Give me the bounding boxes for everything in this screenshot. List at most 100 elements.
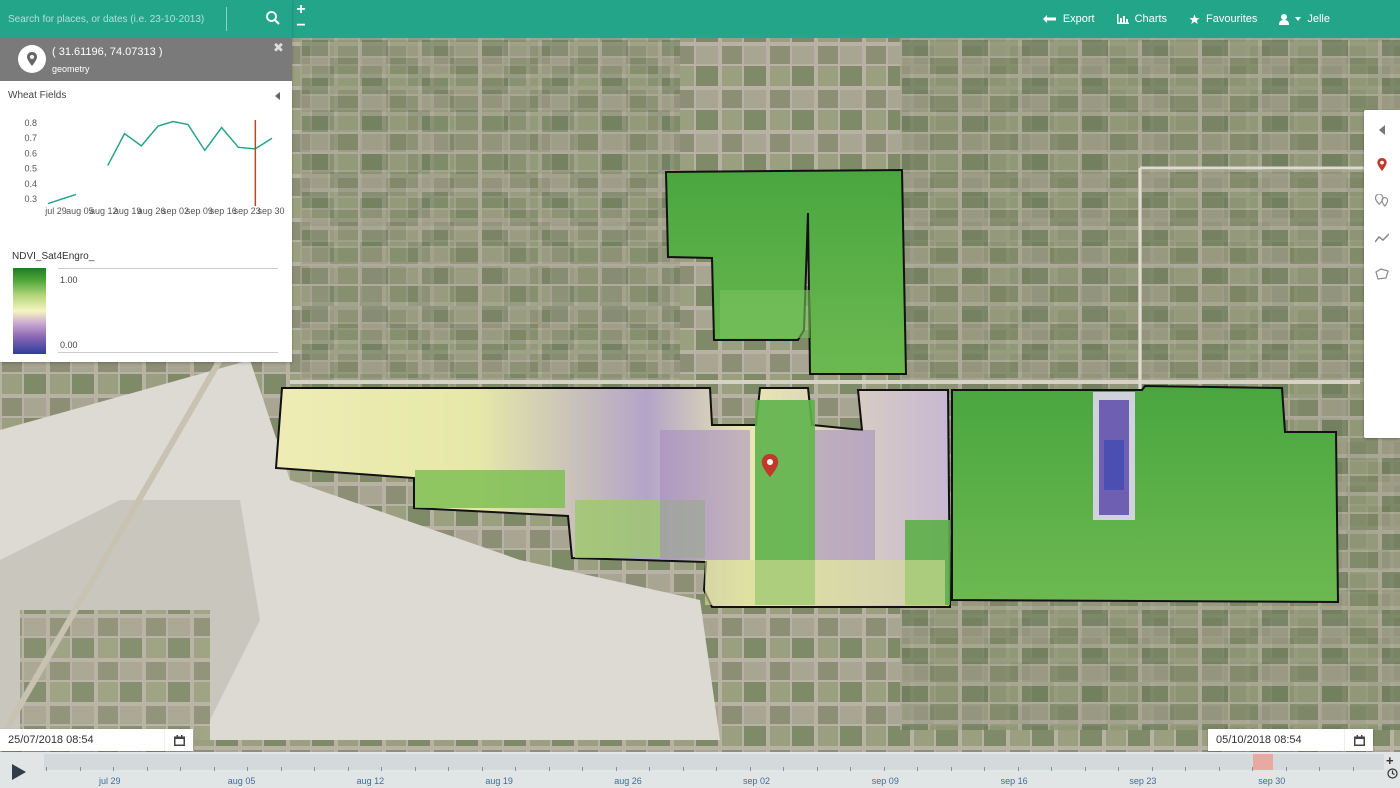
x-tick-label: sep 30 xyxy=(258,206,285,216)
timeline-tick xyxy=(749,767,751,771)
legend-min-value: 0.00 xyxy=(60,340,78,350)
polygon-draw-icon[interactable] xyxy=(1374,266,1390,282)
location-header: ( 31.61196, 74.07313 ) geometry ✖ xyxy=(0,38,292,81)
timeline-tick xyxy=(1118,767,1119,771)
timeline-label: sep 23 xyxy=(1129,776,1157,786)
close-icon[interactable]: ✖ xyxy=(273,40,284,56)
calendar-icon[interactable] xyxy=(164,729,193,751)
timeline-tick xyxy=(950,767,952,771)
timeline-label: aug 26 xyxy=(614,776,642,786)
timeline-tick xyxy=(883,767,885,771)
timeline-tick xyxy=(716,767,717,771)
legend-color-ramp xyxy=(13,268,46,354)
favourites-button[interactable]: Favourites xyxy=(1189,13,1257,25)
timeline-selection[interactable] xyxy=(1253,754,1273,770)
timeline-tick xyxy=(381,767,382,771)
timeline-tick xyxy=(515,767,516,771)
timeline-tick xyxy=(1285,767,1287,771)
timeline-label: sep 09 xyxy=(871,776,899,786)
star-icon xyxy=(1189,13,1200,24)
timeline-track[interactable] xyxy=(44,754,1384,770)
clock-icon[interactable] xyxy=(1387,768,1398,779)
play-icon[interactable] xyxy=(12,764,26,780)
charts-button[interactable]: Charts xyxy=(1116,13,1168,25)
location-coordinates: ( 31.61196, 74.07313 ) xyxy=(52,46,163,58)
timeline-tick xyxy=(314,767,315,771)
timeline-label: sep 16 xyxy=(1000,776,1028,786)
y-tick-label: 0.3 xyxy=(24,194,37,204)
timeline-tick xyxy=(1252,767,1253,771)
start-date-field[interactable]: 25/07/2018 08:54 xyxy=(0,729,193,751)
timeline-tick xyxy=(113,767,114,771)
timeline-tick xyxy=(1084,767,1086,771)
caret-down-icon xyxy=(1295,17,1302,21)
timeline-tick xyxy=(1051,767,1052,771)
timeline-tick xyxy=(1352,767,1354,771)
ndvi-series-line xyxy=(47,193,77,205)
timeline-tick xyxy=(1185,767,1186,771)
timeline-tick xyxy=(146,767,148,771)
x-tick-label: jul 29 xyxy=(44,206,67,216)
legend-title: NDVI_Sat4Engro_ xyxy=(12,251,95,262)
timeline-tick xyxy=(280,767,282,771)
timeline-tick xyxy=(649,767,650,771)
timeline-tick xyxy=(347,767,349,771)
collapse-arrow-icon[interactable] xyxy=(275,92,280,100)
export-label: Export xyxy=(1062,13,1095,25)
search-divider xyxy=(226,7,227,31)
timeline-tick xyxy=(1017,767,1019,771)
timeline-zoom-in-icon[interactable]: + xyxy=(1386,753,1394,768)
timeline-label: aug 19 xyxy=(485,776,513,786)
legend-divider-bottom xyxy=(58,352,278,353)
zoom-in-button[interactable]: + xyxy=(294,2,308,18)
export-icon xyxy=(1042,15,1056,23)
info-panel: ( 31.61196, 74.07313 ) geometry ✖ Wheat … xyxy=(0,0,292,362)
right-toolbar xyxy=(1364,110,1400,438)
timeline-tick xyxy=(783,767,784,771)
timeline-tick xyxy=(46,767,47,771)
search-input[interactable] xyxy=(6,6,222,32)
collapse-toolbar-icon[interactable] xyxy=(1374,122,1390,138)
timeline-label: aug 12 xyxy=(356,776,385,786)
y-tick-label: 0.5 xyxy=(24,164,37,174)
timeline-tick xyxy=(213,767,215,771)
timeline-tick xyxy=(816,767,818,771)
timeline-tick xyxy=(984,767,985,771)
end-date-value: 05/10/2018 08:54 xyxy=(1216,734,1302,746)
end-date-field[interactable]: 05/10/2018 08:54 xyxy=(1208,729,1373,751)
timeline-tick xyxy=(1218,767,1220,771)
timeline-tick xyxy=(548,767,550,771)
timeline-tick xyxy=(615,767,617,771)
zoom-out-button[interactable]: − xyxy=(294,18,308,34)
search-icon[interactable] xyxy=(266,11,280,25)
timeline-label: sep 02 xyxy=(743,776,771,786)
timeline-tick xyxy=(414,767,416,771)
timeline-label: sep 30 xyxy=(1258,776,1286,786)
favourites-label: Favourites xyxy=(1206,13,1258,25)
timeline-tick xyxy=(481,767,483,771)
timeline-tick xyxy=(582,767,583,771)
single-pin-icon[interactable] xyxy=(1374,156,1390,172)
y-tick-label: 0.4 xyxy=(24,179,37,189)
timeline-tick xyxy=(850,767,851,771)
bar-chart-icon xyxy=(1116,14,1129,24)
timeline[interactable]: jul 29 aug 05 aug 12 aug 19 aug 26 sep 02 sep … xyxy=(0,752,1400,788)
charts-label: Charts xyxy=(1134,13,1168,25)
timeline-label: aug 05 xyxy=(227,776,256,786)
line-draw-icon[interactable] xyxy=(1374,230,1390,246)
start-date-value: 25/07/2018 08:54 xyxy=(8,734,94,746)
timeline-tick xyxy=(79,767,81,771)
export-button[interactable]: Export xyxy=(1042,13,1095,25)
timeline-tick xyxy=(682,767,684,771)
user-name: Jelle xyxy=(1307,13,1330,25)
calendar-icon[interactable] xyxy=(1344,729,1373,751)
timeline-tick xyxy=(1151,767,1153,771)
timeline-tick xyxy=(1319,767,1320,771)
zoom-controls: + − xyxy=(294,2,308,34)
user-menu[interactable]: Jelle xyxy=(1279,13,1330,25)
timeline-tick xyxy=(247,767,248,771)
location-type: geometry xyxy=(52,64,90,74)
search-bar xyxy=(0,0,292,38)
multi-pin-icon[interactable] xyxy=(1374,192,1390,208)
y-tick-label: 0.6 xyxy=(24,148,37,158)
